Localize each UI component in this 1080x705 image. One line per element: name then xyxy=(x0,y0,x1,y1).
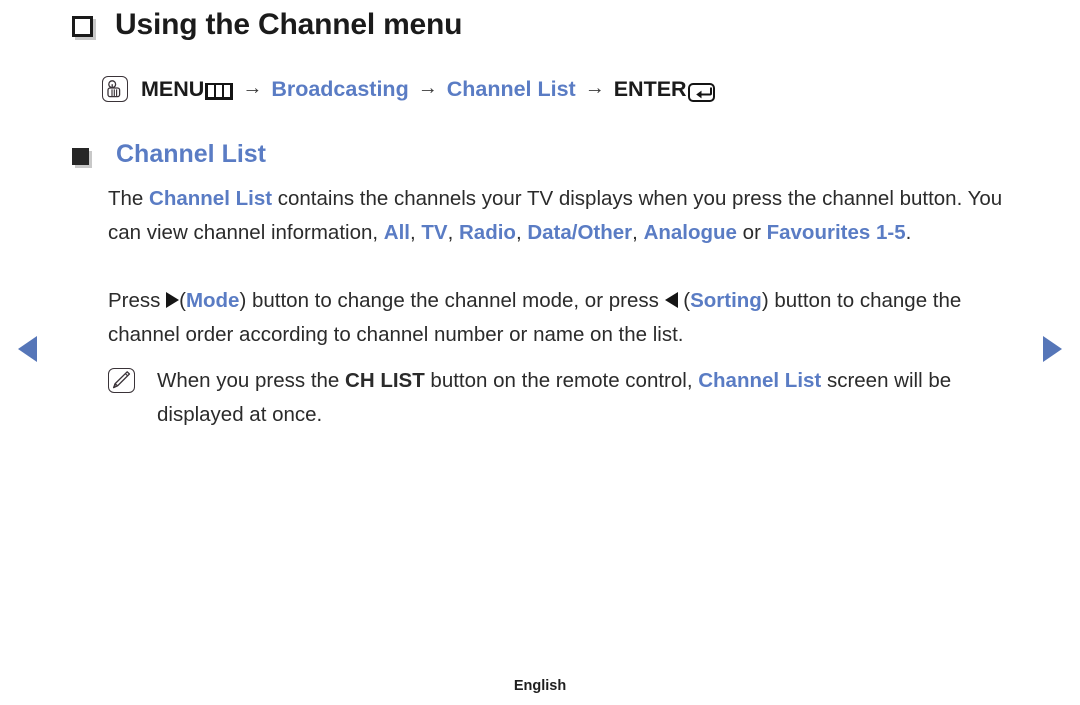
term-favourites: Favourites 1-5 xyxy=(766,221,906,244)
square-outline-icon xyxy=(72,15,93,37)
paragraph-mode-sorting: Press (Mode) button to change the channe… xyxy=(108,284,1028,352)
term-all: All xyxy=(383,221,410,244)
text-run: ( xyxy=(677,289,691,312)
text-run: , xyxy=(515,221,528,244)
hand-press-icon xyxy=(102,76,128,102)
text-run: Press xyxy=(108,289,167,312)
menu-bars-icon xyxy=(205,82,234,100)
page-title-row: Using the Channel menu xyxy=(72,8,462,42)
nav-next-arrow-icon[interactable] xyxy=(1043,336,1062,362)
term-data-other: Data/Other xyxy=(527,221,633,244)
note-pen-icon xyxy=(108,368,135,393)
enter-key-icon xyxy=(687,82,715,102)
text-run: When you press the xyxy=(157,369,346,392)
triangle-left-icon xyxy=(664,292,678,308)
paragraph-channel-list-description: The Channel List contains the channels y… xyxy=(108,182,1028,250)
text-run: button on the remote control, xyxy=(424,369,699,392)
note-text: When you press the CH LIST button on the… xyxy=(157,364,1028,432)
enter-label: ENTER xyxy=(613,76,687,101)
note-block: When you press the CH LIST button on the… xyxy=(108,364,1028,432)
section-heading-row: Channel List xyxy=(72,140,266,169)
term-radio: Radio xyxy=(458,221,516,244)
term-channel-list: Channel List xyxy=(149,187,273,210)
path-arrow-3: → xyxy=(584,76,605,99)
menu-path-breadcrumb: MENU → Broadcasting → Channel List → ENT… xyxy=(102,76,715,102)
text-run: . xyxy=(905,221,912,244)
square-filled-icon xyxy=(72,148,89,165)
text-run: , xyxy=(447,221,459,244)
term-channel-list-note: Channel List xyxy=(698,369,822,392)
text-run: ( xyxy=(179,289,186,312)
text-run: The xyxy=(108,187,150,210)
section-title: Channel List xyxy=(116,140,267,168)
term-sorting: Sorting xyxy=(690,289,762,312)
path-arrow-1: → xyxy=(242,76,263,99)
text-run: , xyxy=(409,221,422,244)
menu-label: MENU xyxy=(141,76,205,101)
term-mode: Mode xyxy=(185,289,240,312)
path-arrow-2: → xyxy=(417,76,438,99)
triangle-right-icon xyxy=(166,292,180,308)
broadcasting-label: Broadcasting xyxy=(271,76,409,101)
text-run: ) button to change the channel mode, or … xyxy=(239,289,665,312)
footer-language: English xyxy=(513,678,567,694)
text-run: or xyxy=(736,221,767,244)
page-title: Using the Channel menu xyxy=(115,8,463,41)
term-tv: TV xyxy=(421,221,448,244)
nav-prev-arrow-icon[interactable] xyxy=(18,336,37,362)
term-analogue: Analogue xyxy=(643,221,737,244)
channel-list-path-label: Channel List xyxy=(446,76,576,101)
term-ch-list: CH LIST xyxy=(345,369,425,392)
text-run: , xyxy=(632,221,644,244)
manual-page: Using the Channel menu MENU → Broadcasti… xyxy=(0,0,1080,705)
